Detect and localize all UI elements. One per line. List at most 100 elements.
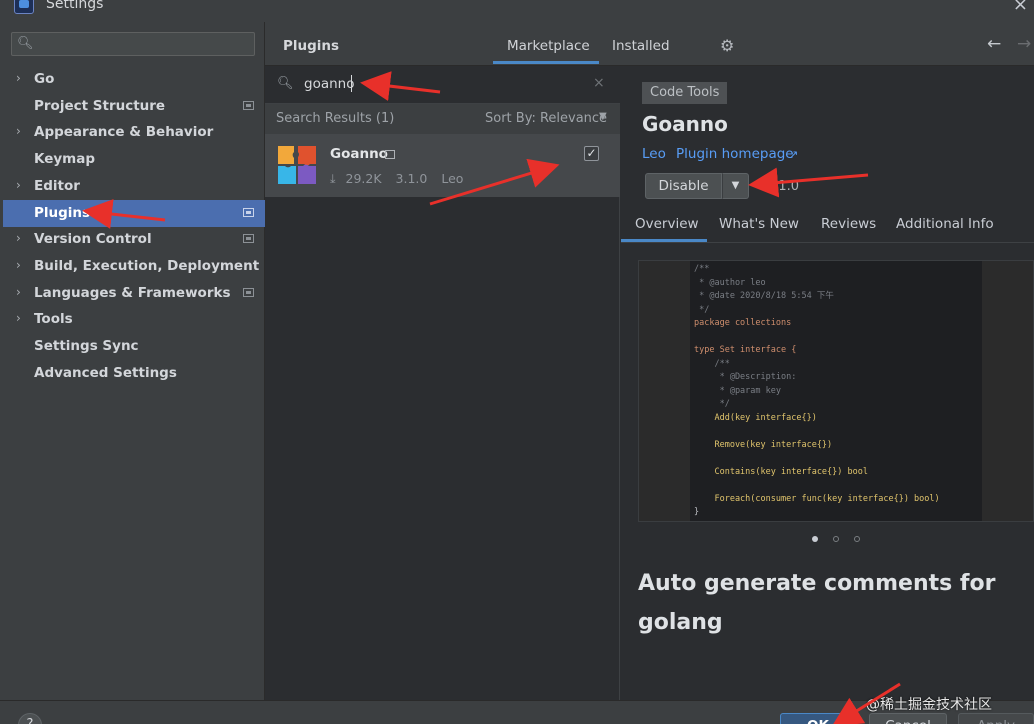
code-line: * @date 2020/8/18 5:54 下午	[694, 291, 834, 301]
sidebar-item-project-structure[interactable]: Project Structure	[0, 93, 265, 120]
chevron-right-icon[interactable]: ›	[16, 71, 21, 85]
gear-icon[interactable]: ⚙	[720, 36, 734, 55]
sidebar-item-languages-frameworks[interactable]: › Languages & Frameworks	[0, 280, 265, 307]
chevron-right-icon[interactable]: ›	[16, 311, 21, 325]
sidebar-item-advanced-settings[interactable]: Advanced Settings	[0, 360, 265, 387]
project-level-icon	[243, 100, 254, 110]
code-line: */	[694, 399, 730, 409]
code-line: * @author leo	[694, 277, 766, 288]
sidebar-item-plugins[interactable]: Plugins	[3, 199, 265, 227]
plugin-vendor: Leo	[441, 171, 464, 186]
plugins-header: Plugins Marketplace Installed ⚙ ← →	[265, 22, 1034, 66]
ok-button[interactable]: OK	[780, 713, 856, 724]
tab-reviews[interactable]: Reviews	[821, 216, 876, 232]
code-line: type Set interface {	[694, 345, 797, 355]
chevron-right-icon[interactable]: ›	[16, 231, 21, 245]
code-line: }	[694, 507, 700, 517]
plugin-homepage-link[interactable]: Plugin homepage	[676, 146, 794, 162]
apply-button[interactable]: Apply	[958, 713, 1034, 724]
sidebar-item-build-execution-deployment[interactable]: › Build, Execution, Deployment	[0, 253, 265, 280]
close-icon[interactable]: ×	[1013, 0, 1028, 15]
sidebar-item-label: Languages & Frameworks	[34, 284, 231, 301]
plugin-version: 3.1.0	[395, 171, 428, 186]
download-count: 29.2K	[345, 171, 382, 186]
tab-marketplace[interactable]: Marketplace	[507, 38, 590, 54]
clear-search-icon[interactable]: ×	[593, 75, 605, 91]
search-input-value[interactable]: goanno	[304, 76, 354, 92]
forward-arrow-icon[interactable]: →	[1017, 34, 1031, 54]
search-icon: 🔍︎	[17, 36, 34, 51]
sidebar-item-editor[interactable]: › Editor	[0, 173, 265, 200]
plugin-badge-icon	[385, 150, 395, 159]
search-icon: 🔍︎	[277, 76, 294, 91]
code-line: package collections	[694, 318, 792, 328]
disable-dropdown-button[interactable]: ▼	[722, 173, 749, 199]
carousel-dot-2[interactable]	[833, 536, 839, 542]
chevron-down-icon[interactable]: ▼	[599, 111, 607, 122]
cancel-button[interactable]: Cancel	[869, 713, 947, 724]
carousel-dot-3[interactable]	[854, 536, 860, 542]
tab-additional-info[interactable]: Additional Info	[896, 216, 994, 232]
sidebar-item-label: Appearance & Behavior	[34, 124, 214, 141]
sidebar-item-label: Settings Sync	[34, 338, 139, 354]
tab-overview[interactable]: Overview	[635, 216, 699, 232]
sidebar-item-keymap[interactable]: Keymap	[0, 146, 265, 173]
help-button[interactable]: ?	[18, 713, 42, 724]
code-line: * @Description:	[694, 372, 797, 382]
code-line: /**	[694, 358, 730, 369]
sidebar-item-label: Plugins	[34, 204, 91, 221]
sidebar-item-label: Version Control	[34, 231, 152, 248]
page-title: Plugins	[283, 38, 340, 54]
code-line: /**	[694, 264, 710, 274]
plugin-description: Auto generate comments for golang	[638, 571, 996, 635]
sort-dropdown[interactable]: Sort By: Relevance	[485, 111, 607, 126]
plugin-search-field[interactable]: 🔍︎ goanno ×	[265, 66, 620, 104]
active-tab-indicator	[493, 61, 599, 64]
text-cursor	[351, 75, 352, 92]
sidebar-item-tools[interactable]: › Tools	[0, 306, 265, 333]
settings-sidebar: 🔍︎ › Go Project Structure › Appearance & Beh…	[0, 22, 265, 700]
sidebar-item-label: Project Structure	[34, 97, 166, 114]
sidebar-item-version-control[interactable]: › Version Control	[0, 226, 265, 253]
sidebar-item-label: Go	[34, 71, 55, 87]
sidebar-item-appearance-behavior[interactable]: › Appearance & Behavior	[0, 119, 265, 146]
plugin-name: Goanno	[330, 146, 388, 162]
sidebar-item-go[interactable]: › Go	[0, 66, 265, 93]
carousel-dot-1[interactable]	[812, 536, 818, 542]
code-line: Foreach(consumer func(key interface{}) b…	[694, 493, 940, 504]
project-level-icon	[243, 234, 254, 244]
sidebar-item-label: Keymap	[34, 151, 96, 168]
code-line: */	[694, 304, 710, 315]
plugin-list-item[interactable]: Goanno ⤓ 29.2K 3.1.0 Leo ✓	[265, 134, 620, 197]
code-line: Add(key interface{})	[694, 412, 817, 423]
puzzle-plugin-icon	[278, 146, 316, 184]
download-icon: ⤓	[330, 171, 336, 186]
category-tag: Code Tools	[642, 82, 728, 104]
sidebar-item-label: Tools	[34, 311, 73, 328]
settings-search-input[interactable]: 🔍︎	[11, 32, 255, 56]
plugin-meta: ⤓ 29.2K 3.1.0 Leo	[330, 171, 473, 187]
goland-app-icon	[14, 0, 34, 14]
code-line: Remove(key interface{})	[694, 439, 833, 450]
plugin-enabled-checkbox[interactable]: ✓	[584, 146, 599, 161]
tab-installed[interactable]: Installed	[612, 38, 670, 54]
code-line: Contains(key interface{}) bool	[694, 466, 868, 477]
plugin-list-panel: 🔍︎ goanno × Search Results (1) Sort By: …	[265, 66, 620, 700]
vendor-link[interactable]: Leo	[642, 146, 666, 162]
chevron-right-icon[interactable]: ›	[16, 285, 21, 299]
chevron-right-icon[interactable]: ›	[16, 258, 21, 272]
back-arrow-icon[interactable]: ←	[987, 34, 1001, 54]
chevron-right-icon[interactable]: ›	[16, 178, 21, 192]
chevron-right-icon[interactable]: ›	[16, 124, 21, 138]
tab-whats-new[interactable]: What's New	[719, 216, 799, 232]
tab-divider	[621, 242, 1034, 243]
sidebar-item-settings-sync[interactable]: Settings Sync	[0, 333, 265, 360]
disable-button[interactable]: Disable	[645, 173, 722, 199]
code-line: * @param key	[694, 385, 781, 396]
sidebar-item-label: Advanced Settings	[34, 364, 177, 381]
plugin-detail-panel: Code Tools Goanno Leo Plugin homepage ↗ …	[621, 66, 1034, 700]
sidebar-item-label: Build, Execution, Deployment	[34, 257, 260, 274]
